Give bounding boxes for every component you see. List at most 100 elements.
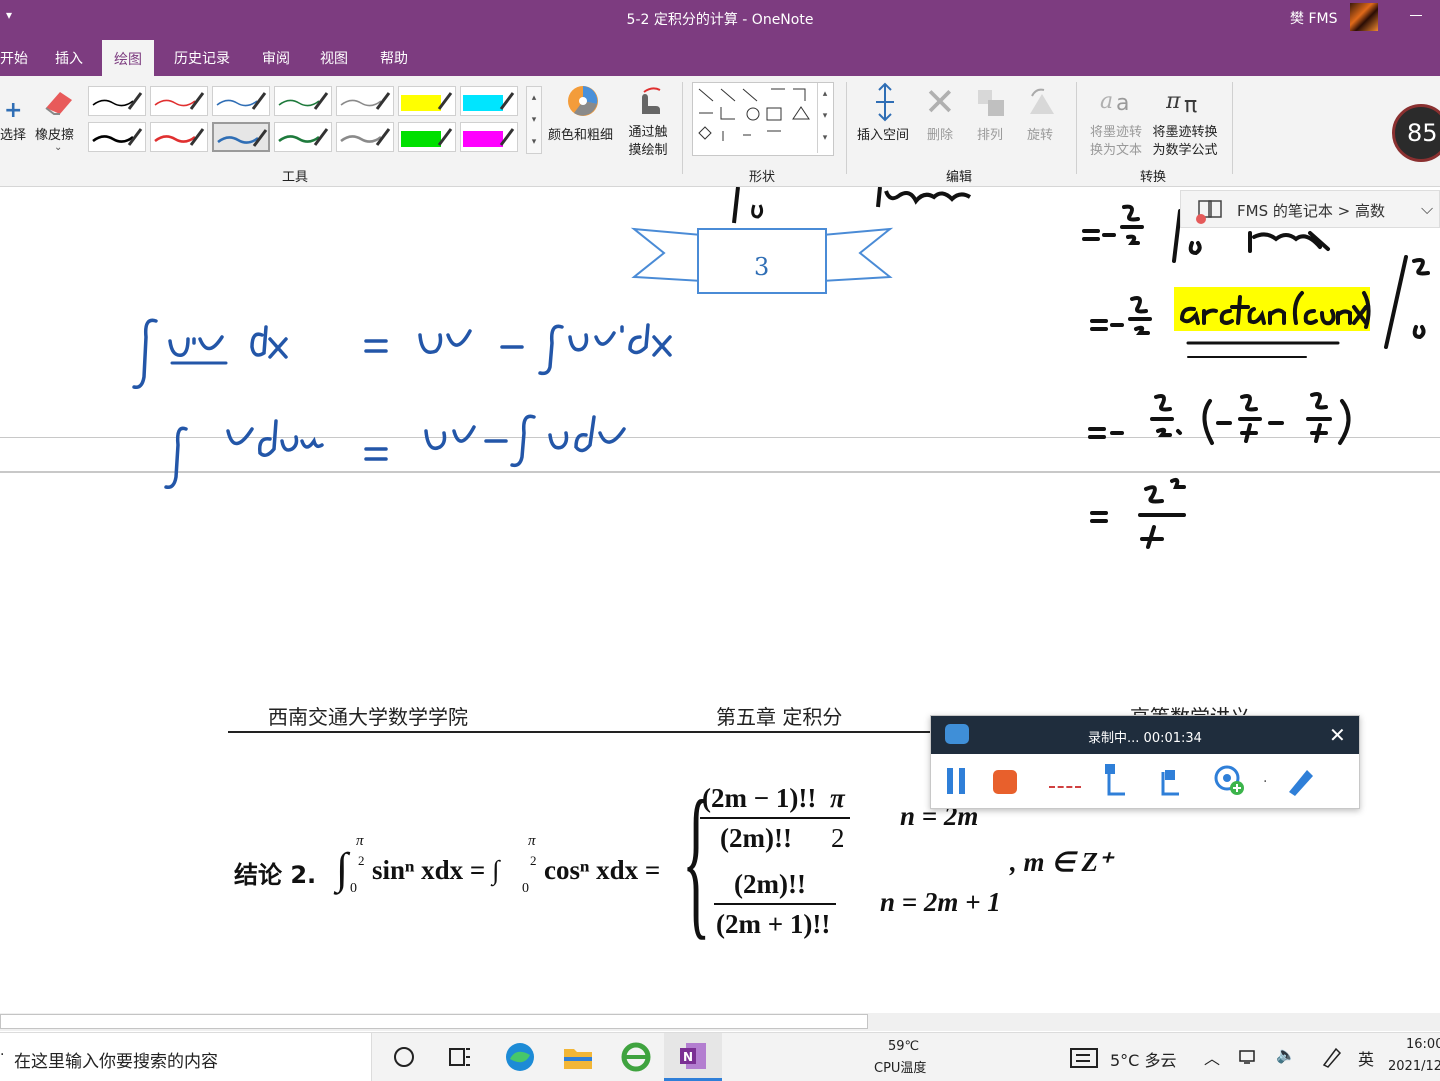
insert-space-label: 插入空间 [857, 128, 910, 143]
divider [1232, 82, 1233, 174]
cpu-temp-label: CPU温度 [874, 1061, 927, 1076]
avatar[interactable] [1350, 3, 1378, 31]
insert-space-icon [876, 82, 894, 122]
pen-green-thin[interactable] [274, 86, 332, 116]
svg-text:a: a [1100, 89, 1113, 114]
ink-to-math-line1: 将墨迹转换 [1152, 125, 1218, 140]
arrange-icon [978, 90, 1004, 116]
shapes-gallery[interactable]: ▴ ▾ ▾ [692, 82, 834, 156]
pointer-alt-icon[interactable] [1155, 762, 1185, 800]
draw-with-touch-label: 通过触 摸绘制 [626, 124, 670, 160]
pen-black-thin[interactable] [88, 86, 146, 116]
network-icon[interactable] [1238, 1047, 1260, 1067]
case1-numerator: (2m − 1)!! [702, 783, 817, 813]
weather-text[interactable]: 5°C 多云 [1110, 1047, 1176, 1071]
pen-icon[interactable] [1283, 764, 1317, 798]
ribbon-tabs: 开始 插入 绘图 历史记录 审阅 视图 帮助 [0, 36, 1440, 76]
file-explorer-icon[interactable] [562, 1043, 594, 1071]
ink-to-text-icon: aa [1100, 89, 1129, 116]
volume-icon[interactable]: 🔈 [1276, 1045, 1296, 1064]
case1-pi: π [830, 783, 845, 813]
highlighter-magenta[interactable] [460, 122, 518, 152]
eraser-label: 橡皮擦 [35, 128, 75, 143]
pen-blue-thin[interactable] [212, 86, 270, 116]
touch-draw-icon [642, 87, 661, 114]
handwritten-derivation-black [1082, 204, 1430, 549]
highlighter-cyan[interactable] [460, 86, 518, 116]
tab-home[interactable]: 开始 [0, 48, 28, 68]
draw-touch-line2: 摸绘制 [628, 143, 668, 158]
integral-upper-den: 2 [358, 853, 365, 868]
ie-icon[interactable] [620, 1041, 652, 1073]
arrange-label: 排列 [977, 128, 1004, 143]
pointer-icon[interactable] [1101, 762, 1131, 800]
tab-draw[interactable]: 绘图 [102, 40, 154, 76]
edge-icon[interactable] [504, 1041, 536, 1073]
highlighter-green[interactable] [398, 122, 456, 152]
pen-green-thick[interactable] [274, 122, 332, 152]
case1-fraction-bar [700, 817, 840, 819]
title-bar: ▾ 5-2 定积分的计算 - OneNote 樊 FMS [0, 0, 1440, 36]
pause-icon[interactable] [947, 768, 965, 794]
pen-gray-thick[interactable] [336, 122, 394, 152]
chevron-up-icon[interactable]: ︿ [1204, 1045, 1220, 1069]
taskbar: · 在这里输入你要搜索的内容 N 59℃ CPU温度 5°C 多云 ︿ 🔈 英 … [0, 1032, 1440, 1081]
pen-blue-thick-selected[interactable] [212, 122, 270, 152]
clock-date[interactable]: 2021/12 [1388, 1059, 1440, 1074]
notebook-icon [1196, 200, 1222, 224]
integral-upper: π [356, 833, 364, 849]
minimize-icon[interactable] [1410, 15, 1422, 16]
integral-upper-2: π [528, 833, 536, 849]
note-canvas[interactable]: 3 西南交通大学数学学院 第五章 定积分 结论 2. ∫ π 2 0 sinⁿ … [0, 187, 1440, 1013]
window-title: 5-2 定积分的计算 - OneNote [626, 12, 814, 28]
shapes-icon [698, 88, 810, 141]
breadcrumb-text: FMS 的笔记本 > 高数 [1237, 202, 1385, 220]
case2-numerator: (2m)!! [734, 869, 806, 899]
chevron-down-icon[interactable]: ⌵ [1421, 199, 1433, 219]
handwritten-arctan [1179, 291, 1371, 329]
doc-header-center: 第五章 定积分 [716, 705, 843, 729]
formula-sin: sinⁿ xdx = ∫ [372, 855, 500, 885]
highlighter-yellow[interactable] [398, 86, 456, 116]
handwritten-formula-blue [132, 318, 672, 490]
stop-icon[interactable] [993, 770, 1017, 794]
tab-help[interactable]: 帮助 [380, 48, 408, 68]
gallery-scroll[interactable]: ▴ ▾ ▾ [526, 86, 542, 154]
ink-to-text-line2: 换为文本 [1089, 143, 1142, 158]
formula-tail: , m ∈ Z⁺ [1010, 847, 1113, 877]
conclusion-label: 结论 2. [234, 861, 317, 889]
task-view-icon[interactable] [448, 1045, 472, 1069]
chevron-down-icon: ⌄ [54, 142, 63, 153]
waveform-icon [1049, 786, 1081, 792]
integral-sign: ∫ [336, 844, 349, 893]
tab-insert[interactable]: 插入 [55, 48, 83, 68]
pen-workspace-icon[interactable] [1320, 1045, 1342, 1069]
close-icon[interactable]: ✕ [1329, 723, 1346, 747]
ime-indicator[interactable]: 英 [1358, 1046, 1374, 1070]
pen-red-thick[interactable] [150, 122, 208, 152]
notebook-breadcrumb[interactable]: FMS 的笔记本 > 高数 ⌵ [1180, 190, 1440, 228]
case1-pi-bar [826, 817, 850, 819]
integral-lower-2: 0 [522, 881, 529, 896]
pen-black-thick[interactable] [88, 122, 146, 152]
tab-review[interactable]: 审阅 [262, 48, 290, 68]
clock-time[interactable]: 16:00 [1406, 1037, 1440, 1052]
scrollbar-thumb[interactable] [0, 1014, 868, 1029]
pen-gray-thin[interactable] [336, 86, 394, 116]
ribbon: + 选择 橡皮擦 ⌄ ▴ ▾ ▾ 工具 颜色和粗细 通过触 摸绘制 ▴ ▾ ▾ … [0, 76, 1440, 187]
search-bullet-icon: · [0, 1047, 5, 1063]
delete-icon: ✕ [924, 80, 956, 124]
onenote-taskbar-button[interactable]: N [664, 1033, 722, 1081]
user-name[interactable]: 樊 FMS [1290, 8, 1337, 28]
horizontal-scrollbar[interactable] [0, 1013, 1440, 1031]
taskbar-search[interactable]: · 在这里输入你要搜索的内容 [0, 1033, 372, 1081]
tab-view[interactable]: 视图 [320, 48, 348, 68]
divider [682, 82, 683, 174]
webcam-icon[interactable] [1213, 764, 1247, 798]
ink-to-math-line2: 为数学公式 [1152, 143, 1218, 158]
pen-red-thin[interactable] [150, 86, 208, 116]
shapes-scroll[interactable]: ▴ ▾ ▾ [817, 83, 832, 153]
news-icon[interactable] [1070, 1047, 1100, 1069]
tab-history[interactable]: 历史记录 [174, 48, 230, 68]
cortana-icon[interactable] [394, 1047, 414, 1067]
